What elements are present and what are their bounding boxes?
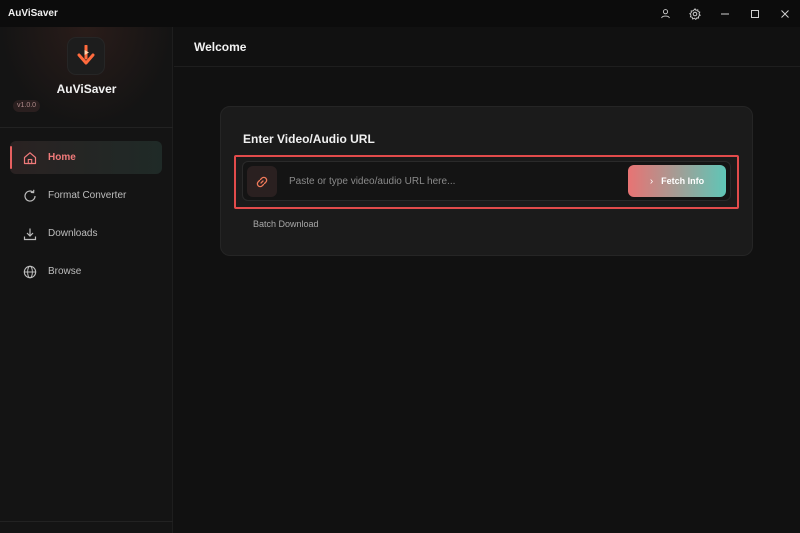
minimize-icon[interactable] bbox=[710, 0, 740, 27]
sidebar: AuViSaver v1.0.0 Home Format Converter D… bbox=[0, 27, 173, 533]
sidebar-item-label: Downloads bbox=[48, 228, 98, 239]
window-controls bbox=[650, 0, 800, 27]
version-badge: v1.0.0 bbox=[13, 100, 41, 112]
sidebar-item-home[interactable]: Home bbox=[10, 141, 162, 174]
link-icon[interactable] bbox=[247, 166, 277, 197]
home-icon bbox=[22, 150, 38, 166]
maximize-icon[interactable] bbox=[740, 0, 770, 27]
page-title: Welcome bbox=[194, 40, 247, 54]
card-title: Enter Video/Audio URL bbox=[243, 132, 375, 146]
url-card: Enter Video/Audio URL › Fetch Info Batch… bbox=[220, 106, 753, 256]
sidebar-item-label: Format Converter bbox=[48, 190, 127, 201]
url-input[interactable] bbox=[289, 171, 619, 191]
sidebar-item-downloads[interactable]: Downloads bbox=[10, 217, 162, 250]
main-content: Welcome Enter Video/Audio URL › Fetch In… bbox=[174, 27, 800, 533]
url-input-row: › Fetch Info bbox=[242, 161, 731, 201]
window-title: AuViSaver bbox=[8, 8, 58, 19]
sidebar-item-format-converter[interactable]: Format Converter bbox=[10, 179, 162, 212]
download-icon bbox=[22, 226, 38, 242]
sidebar-item-label: Browse bbox=[48, 266, 82, 277]
sidebar-item-browse[interactable]: Browse bbox=[10, 255, 162, 288]
close-icon[interactable] bbox=[770, 0, 800, 27]
batch-download-link[interactable]: Batch Download bbox=[253, 219, 319, 229]
gear-icon[interactable] bbox=[680, 0, 710, 27]
user-icon[interactable] bbox=[650, 0, 680, 27]
refresh-icon bbox=[22, 188, 38, 204]
sidebar-bottom-divider bbox=[0, 521, 173, 522]
page-header: Welcome bbox=[174, 27, 800, 67]
fetch-info-button[interactable]: › Fetch Info bbox=[628, 165, 726, 197]
sidebar-nav: Home Format Converter Downloads Browse bbox=[10, 141, 162, 293]
app-logo-icon bbox=[68, 38, 104, 74]
sidebar-app-name: AuViSaver bbox=[56, 82, 117, 96]
globe-icon bbox=[22, 264, 38, 280]
chevron-right-icon: › bbox=[649, 175, 654, 187]
fetch-info-label: Fetch Info bbox=[661, 176, 705, 186]
title-bar: AuViSaver bbox=[0, 0, 800, 27]
sidebar-item-label: Home bbox=[48, 152, 76, 163]
sidebar-divider bbox=[0, 127, 173, 128]
